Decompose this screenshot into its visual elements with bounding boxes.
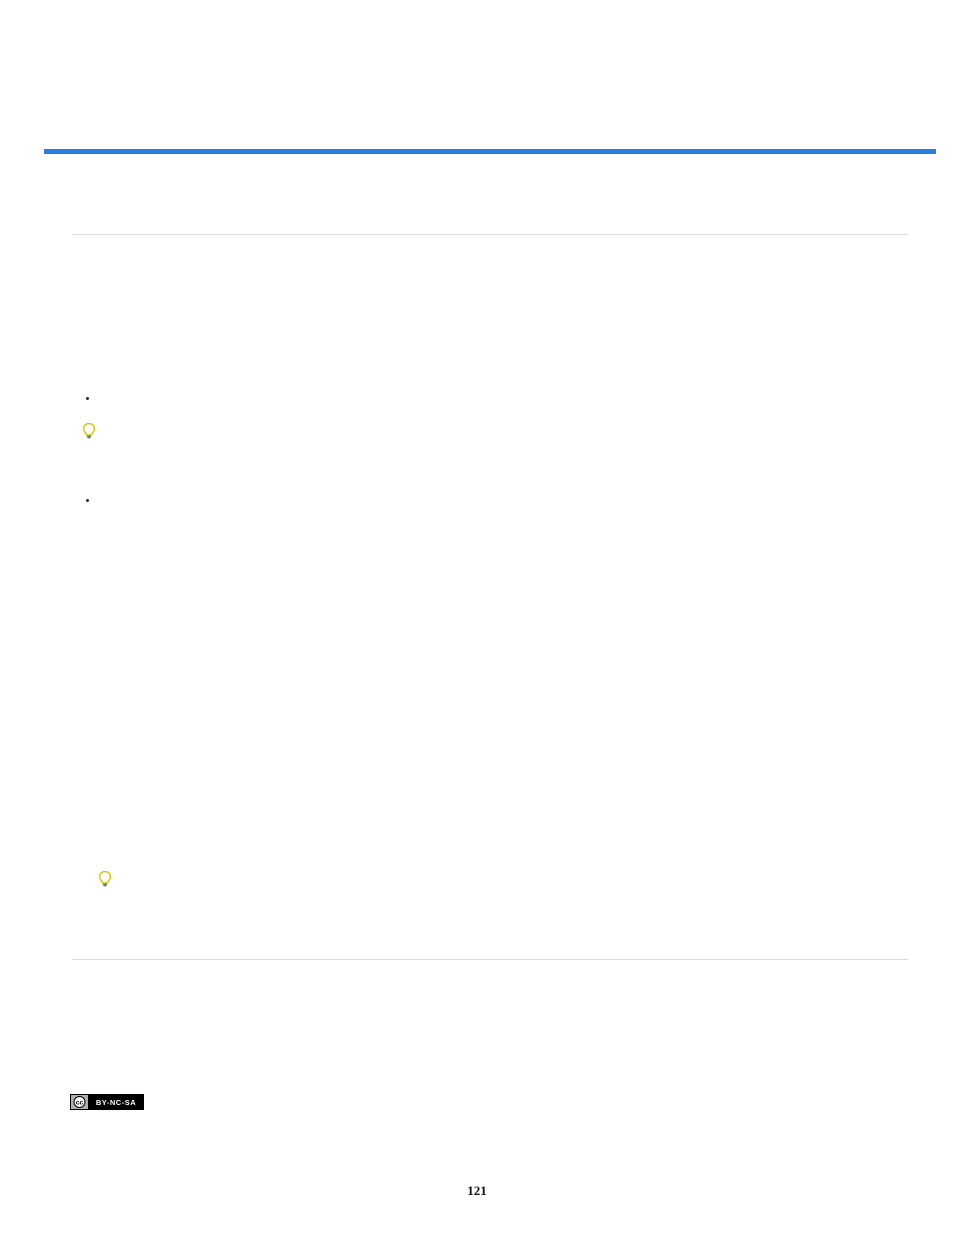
tip-row bbox=[80, 423, 904, 483]
list-item bbox=[80, 391, 904, 417]
cc-license-badge[interactable]: cc BY-NC-SA bbox=[70, 1094, 144, 1115]
horizontal-rule-bottom bbox=[72, 959, 908, 960]
body-list-2 bbox=[80, 493, 904, 519]
page-number: 121 bbox=[0, 1183, 954, 1199]
spacer bbox=[102, 493, 904, 519]
spacer bbox=[80, 525, 904, 865]
list-item bbox=[80, 493, 904, 519]
spacer bbox=[118, 871, 904, 931]
content-area bbox=[72, 170, 908, 978]
spacer bbox=[80, 263, 904, 383]
lightbulb-icon bbox=[98, 871, 112, 892]
body-list bbox=[80, 391, 904, 417]
header-rule bbox=[44, 149, 936, 154]
horizontal-rule-top bbox=[72, 234, 908, 235]
cc-badge-text: BY-NC-SA bbox=[96, 1098, 136, 1107]
svg-text:cc: cc bbox=[76, 1100, 84, 1107]
tip-row-indented bbox=[80, 871, 904, 931]
body-paragraph bbox=[80, 525, 904, 865]
intro-paragraph bbox=[72, 263, 908, 931]
spacer bbox=[106, 423, 904, 483]
page: cc BY-NC-SA 121 bbox=[0, 0, 954, 1235]
lightbulb-icon bbox=[82, 423, 96, 444]
spacer bbox=[102, 391, 904, 417]
